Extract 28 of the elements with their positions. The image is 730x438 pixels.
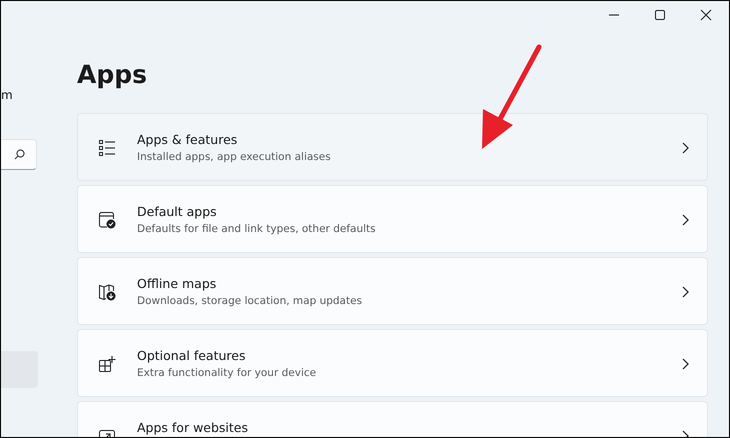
page-title: Apps (77, 59, 148, 91)
settings-card[interactable]: Default apps Defaults for file and link types, other defaults (77, 185, 708, 253)
settings-card[interactable]: Apps & features Installed apps, app execution aliases (77, 113, 708, 181)
settings-card[interactable]: Apps for websites (77, 401, 708, 437)
settings-card[interactable]: Optional features Extra functionality for your device (77, 329, 708, 397)
card-subtitle: Downloads, storage location, map updates (137, 294, 364, 308)
chevron-right-icon (682, 286, 689, 298)
card-subtitle: Installed apps, app execution aliases (137, 150, 332, 164)
card-title: Offline maps (137, 276, 218, 292)
close-icon (700, 9, 712, 21)
settings-card[interactable]: Offline maps Downloads, storage location, map updates (77, 257, 708, 325)
map-download-icon (98, 283, 116, 301)
card-title: Default apps (137, 204, 218, 220)
card-title: Optional features (137, 348, 246, 364)
grid-plus-icon (98, 355, 116, 373)
card-subtitle: Defaults for file and link types, other defaults (137, 222, 377, 236)
list-icon (98, 139, 116, 157)
search-icon (14, 149, 25, 160)
card-subtitle: Extra functionality for your device (137, 366, 318, 380)
card-title: Apps for websites (137, 420, 250, 436)
search-field[interactable] (1, 139, 37, 170)
chevron-right-icon (682, 358, 689, 370)
card-title: Apps & features (137, 132, 238, 148)
maximize-icon (654, 9, 666, 21)
chevron-right-icon (682, 214, 689, 226)
window-check-icon (98, 211, 116, 229)
chevron-right-icon (682, 142, 689, 154)
sidebar-title-fragment: m (1, 87, 13, 103)
